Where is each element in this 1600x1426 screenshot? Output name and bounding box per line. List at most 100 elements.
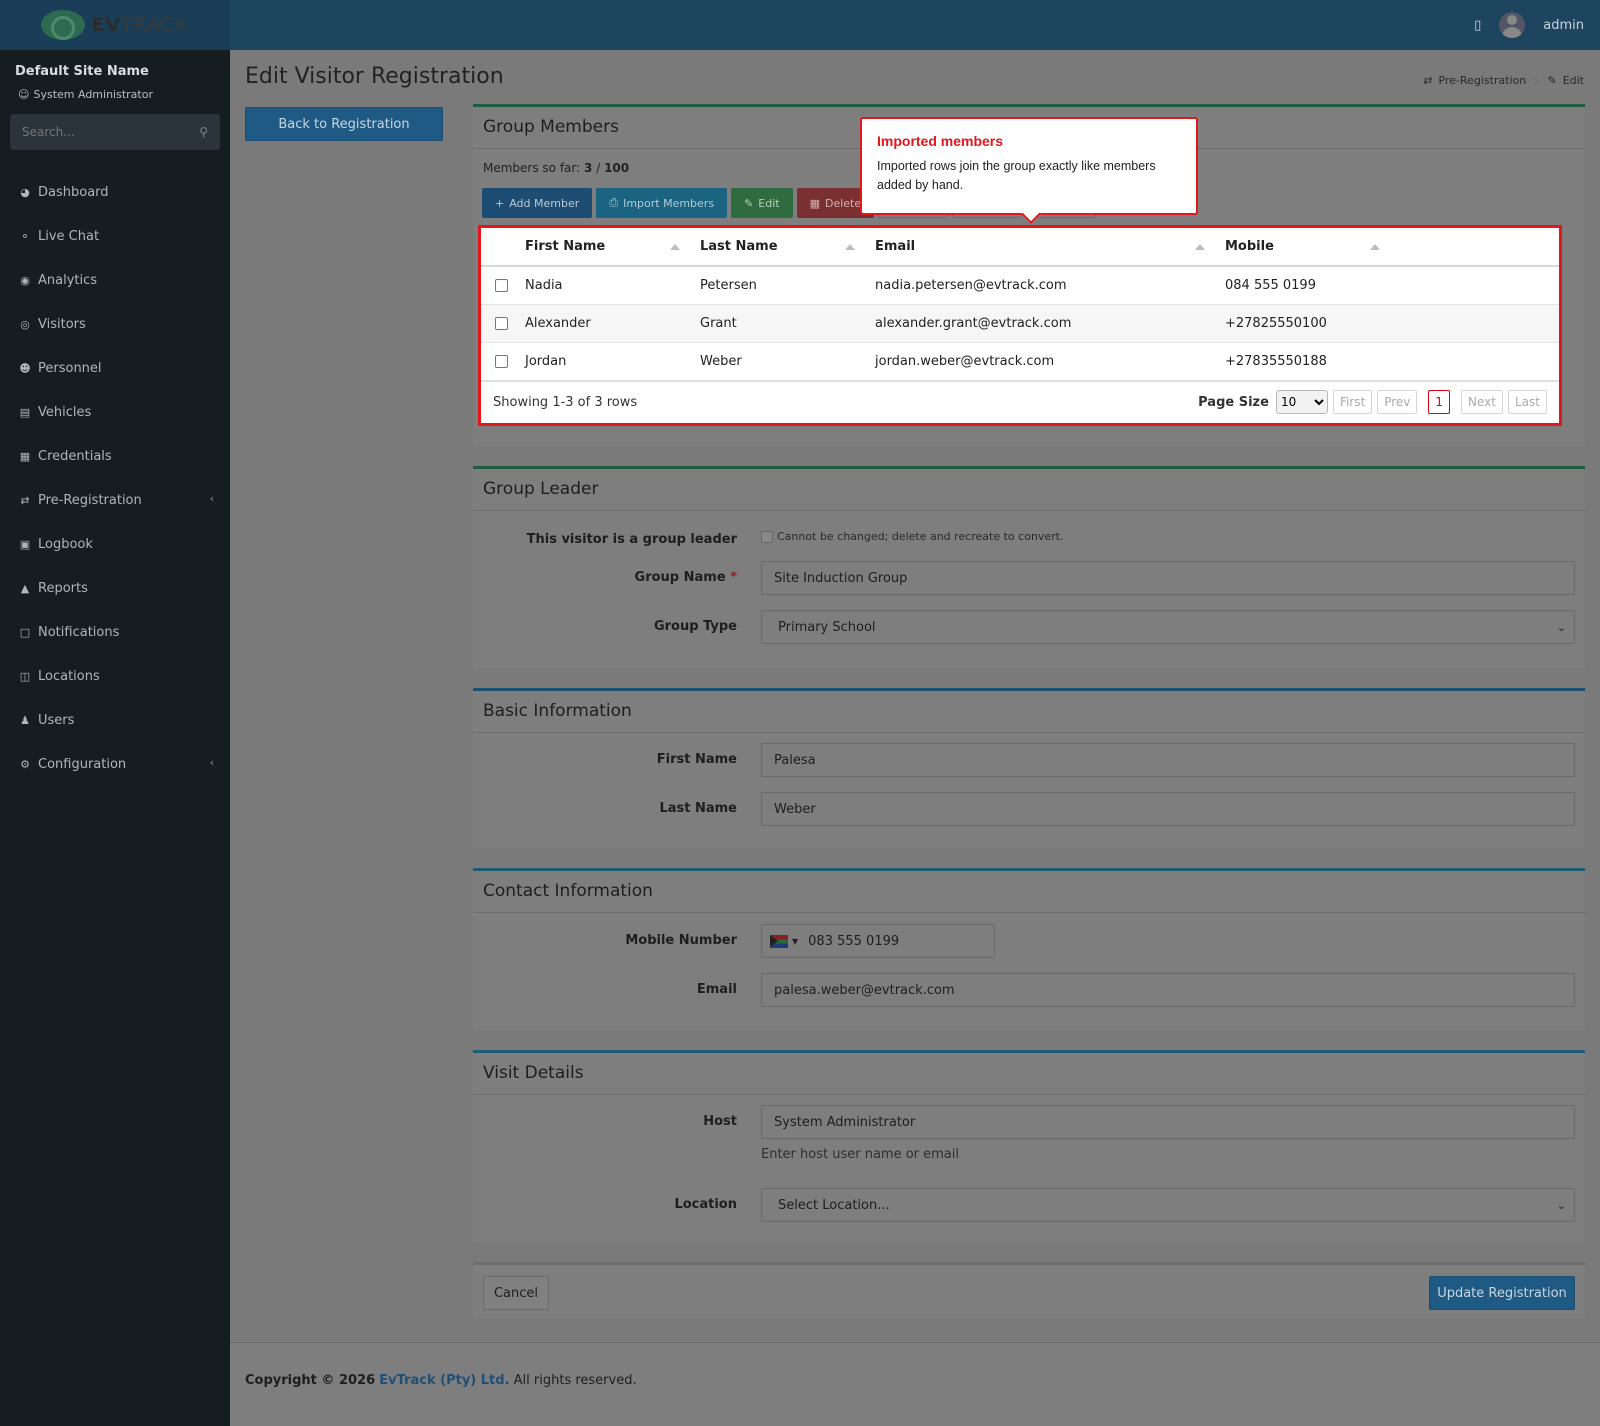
column-email[interactable]: Email — [875, 228, 1225, 267]
company-link[interactable]: EvTrack (Pty) Ltd. — [379, 1373, 509, 1388]
mobile-number-label: Mobile Number — [625, 933, 737, 948]
chevron-left-icon: ‹ — [209, 492, 214, 505]
group-type-select[interactable]: Primary School ⌄ — [761, 610, 1575, 644]
user-tie-icon: ☻ — [19, 361, 31, 375]
sort-icon[interactable] — [1370, 244, 1380, 250]
main-content: Edit Visitor Registration ⇄ Pre-Registra… — [230, 50, 1600, 1426]
location-label: Location — [674, 1197, 737, 1212]
plus-icon: + — [495, 196, 505, 210]
rows-summary: Showing 1-3 of 3 rows — [493, 394, 638, 410]
email-input[interactable]: palesa.weber@evtrack.com — [761, 973, 1575, 1007]
south-africa-flag-icon[interactable] — [770, 934, 788, 948]
mobile-number-input[interactable]: ▼ 083 555 0199 — [761, 924, 995, 958]
page-1-button[interactable]: 1 — [1428, 390, 1451, 414]
pagination: Page Size 10 First Prev 1 Next Last — [1198, 390, 1547, 414]
column-last-name[interactable]: Last Name — [700, 228, 875, 267]
last-name-label: Last Name — [659, 801, 737, 816]
sidebar-item-visitors[interactable]: ◎ Visitors — [0, 302, 230, 346]
members-table: First Name Last Name Email Mobile Nadia … — [478, 225, 1562, 426]
import-members-button[interactable]: ⎙ Import Members — [596, 188, 728, 218]
prev-page-button[interactable]: Prev — [1377, 390, 1418, 414]
sidebar-item-credentials[interactable]: ▦ Credentials — [0, 434, 230, 478]
row-checkbox[interactable] — [495, 354, 508, 368]
top-bar: EVTRACK ▯ admin — [0, 0, 1600, 50]
sidebar-search: ⚲ — [10, 114, 220, 150]
sidebar-item-personnel[interactable]: ☻ Personnel — [0, 346, 230, 390]
gauge-icon: ◕ — [20, 185, 30, 199]
imported-members-tooltip: Imported members Imported rows join the … — [860, 117, 1198, 215]
table-footer: Showing 1-3 of 3 rows Page Size 10 First… — [481, 380, 1559, 423]
sidebar-item-live-chat[interactable]: ⚬ Live Chat — [0, 214, 230, 258]
edit-member-button[interactable]: ✎ Edit — [731, 188, 793, 218]
sort-icon[interactable] — [1195, 244, 1205, 250]
sidebar-item-dashboard[interactable]: ◕ Dashboard — [0, 170, 230, 214]
table-row[interactable]: Nadia Petersen nadia.petersen@evtrack.co… — [481, 266, 1559, 305]
group-name-input[interactable]: Site Induction Group — [761, 561, 1575, 595]
sidebar-item-configuration[interactable]: ⚙ Configuration ‹ — [0, 742, 230, 786]
host-input[interactable]: System Administrator — [761, 1105, 1575, 1139]
sidebar-item-pre-registration[interactable]: ⇄ Pre-Registration ‹ — [0, 478, 230, 522]
user-name[interactable]: admin — [1543, 18, 1584, 33]
group-leader-note: Cannot be changed; delete and recreate t… — [777, 530, 1064, 543]
site-name: Default Site Name — [15, 64, 149, 79]
user-icon: ☺ — [18, 88, 30, 101]
group-leader-title: Group Leader — [473, 469, 1585, 511]
sidebar-item-reports[interactable]: ▲ Reports — [0, 566, 230, 610]
sidebar-item-vehicles[interactable]: ▤ Vehicles — [0, 390, 230, 434]
column-mobile[interactable]: Mobile — [1225, 228, 1559, 267]
row-checkbox[interactable] — [495, 278, 508, 292]
sidebar-nav: ◕ Dashboard ⚬ Live Chat ◉ Analytics ◎ Visito… — [0, 170, 230, 786]
car-icon: ▤ — [19, 405, 31, 419]
sidebar-item-notifications[interactable]: □ Notifications — [0, 610, 230, 654]
breadcrumb-edit: Edit — [1562, 74, 1584, 87]
eye-icon: ◎ — [20, 317, 30, 331]
last-name-input[interactable]: Weber — [761, 792, 1575, 826]
group-leader-card: Group Leader This visitor is a group lea… — [473, 466, 1585, 668]
users-icon: ♟ — [20, 713, 30, 727]
breadcrumb: ⇄ Pre-Registration > ✎ Edit — [1423, 74, 1584, 87]
caret-down-icon[interactable]: ▼ — [792, 937, 798, 946]
last-page-button[interactable]: Last — [1508, 390, 1547, 414]
add-member-button[interactable]: + Add Member — [482, 188, 593, 218]
tooltip-title: Imported members — [877, 133, 1004, 149]
table-row[interactable]: Alexander Grant alexander.grant@evtrack.… — [481, 304, 1559, 343]
first-page-button[interactable]: First — [1332, 390, 1373, 414]
breadcrumb-pre-registration[interactable]: Pre-Registration — [1438, 74, 1526, 87]
chart-icon: ▲ — [20, 581, 30, 595]
search-icon[interactable]: ⚲ — [199, 125, 208, 139]
first-name-input[interactable]: Palesa — [761, 743, 1575, 777]
file-import-icon: ⎙ — [609, 196, 619, 209]
tooltip-body: Imported rows join the group exactly lik… — [877, 159, 1156, 192]
members-count: Members so far: 3 / 100 — [483, 161, 630, 175]
search-input[interactable] — [22, 125, 200, 139]
update-registration-button[interactable]: Update Registration — [1429, 1276, 1575, 1310]
chevron-down-icon: ⌄ — [1556, 620, 1566, 634]
back-to-registration-button[interactable]: Back to Registration — [245, 107, 443, 141]
bookmark-icon[interactable]: ▯ — [1474, 18, 1481, 33]
target-icon: ◉ — [20, 273, 30, 287]
cancel-button[interactable]: Cancel — [483, 1276, 549, 1310]
table-row[interactable]: Jordan Weber jordan.weber@evtrack.com +2… — [481, 342, 1559, 381]
avatar[interactable] — [1499, 12, 1526, 38]
host-label: Host — [703, 1114, 737, 1129]
group-leader-label: This visitor is a group leader — [526, 532, 737, 547]
sidebar-item-locations[interactable]: ◫ Locations — [0, 654, 230, 698]
sort-icon[interactable] — [670, 244, 680, 250]
column-first-name[interactable]: First Name — [525, 228, 700, 267]
page-size-select[interactable]: 10 — [1275, 390, 1328, 414]
logo[interactable]: EVTRACK — [0, 0, 230, 50]
page-footer: Copyright © 2026 EvTrack (Pty) Ltd. All … — [230, 1342, 1600, 1426]
sidebar-item-users[interactable]: ♟ Users — [0, 698, 230, 742]
sidebar-item-logbook[interactable]: ▣ Logbook — [0, 522, 230, 566]
sort-icon[interactable] — [845, 244, 855, 250]
sidebar-item-analytics[interactable]: ◉ Analytics — [0, 258, 230, 302]
group-leader-checkbox[interactable] — [761, 530, 773, 543]
row-checkbox[interactable] — [495, 316, 508, 330]
map-icon: ◫ — [19, 669, 31, 683]
first-name-label: First Name — [656, 752, 737, 767]
logo-mark-icon — [41, 10, 86, 40]
contact-information-card: Contact Information Mobile Number ▼ 083 … — [473, 868, 1585, 1030]
copyright: Copyright © 2026 EvTrack (Pty) Ltd. All … — [245, 1373, 637, 1388]
location-select[interactable]: Select Location... ⌄ — [761, 1188, 1575, 1222]
next-page-button[interactable]: Next — [1461, 390, 1503, 414]
